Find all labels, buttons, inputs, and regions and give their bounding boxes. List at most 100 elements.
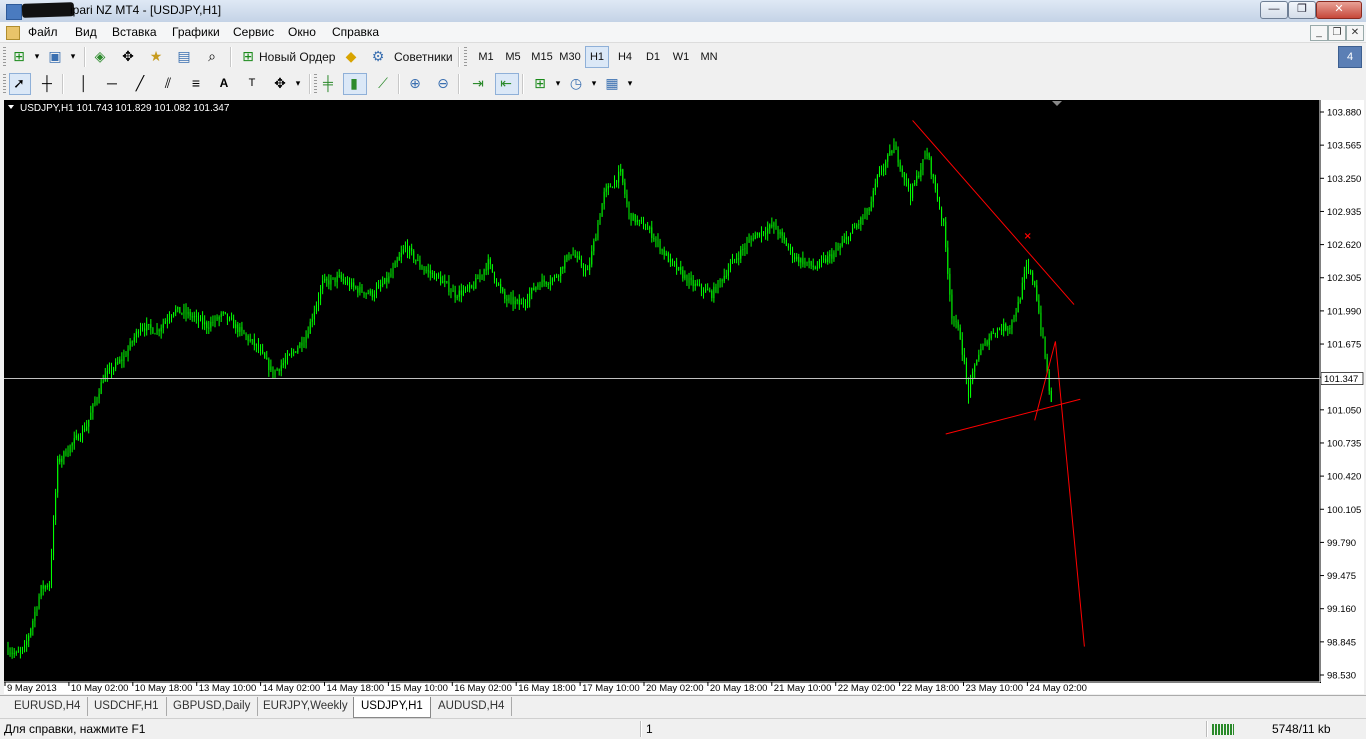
chart-window-icon[interactable] bbox=[6, 26, 20, 40]
candle-body bbox=[603, 191, 605, 204]
candle-body bbox=[392, 267, 394, 275]
candle-body bbox=[912, 184, 914, 198]
terminal-icon[interactable]: ▤ bbox=[176, 49, 192, 64]
cross-marker[interactable]: × bbox=[1023, 231, 1031, 242]
candle-body bbox=[212, 321, 214, 323]
period-m30-button[interactable]: M30 bbox=[556, 46, 584, 68]
menu-help[interactable]: Справка bbox=[332, 25, 379, 39]
period-m5-button[interactable]: M5 bbox=[501, 46, 525, 68]
crosshair-icon[interactable]: ┼ bbox=[39, 76, 55, 91]
arrows-icon[interactable]: ✥ bbox=[272, 76, 288, 91]
maximize-button[interactable]: ❐ bbox=[1288, 1, 1316, 19]
child-minimize-button[interactable]: _ bbox=[1310, 25, 1328, 41]
y-tick-label: 101.050 bbox=[1327, 405, 1361, 416]
dropdown-arrow-icon[interactable]: ▾ bbox=[29, 49, 45, 64]
menu-view[interactable]: Вид bbox=[75, 25, 97, 39]
candle-body bbox=[57, 458, 59, 493]
candle-body bbox=[295, 351, 297, 353]
dropdown-arrow-icon[interactable]: ▾ bbox=[622, 76, 638, 91]
period-m1-button[interactable]: M1 bbox=[474, 46, 498, 68]
tab-eurusd-h4[interactable]: EURUSD,H4 bbox=[7, 697, 89, 716]
zoom-in-icon[interactable]: ⊕ bbox=[407, 76, 423, 91]
new-order-icon[interactable]: ⊞ bbox=[240, 49, 256, 64]
price-chart[interactable]: × 103.880 103.565 103.250 102.935 102.620 102… bbox=[4, 100, 1364, 694]
redacted-name bbox=[21, 2, 75, 18]
candle-body bbox=[609, 186, 611, 188]
menu-window[interactable]: Окно bbox=[288, 25, 316, 39]
expert-advisors-button[interactable]: Советники bbox=[393, 46, 454, 68]
new-chart-icon[interactable]: ⊞ bbox=[11, 49, 27, 64]
connection-bars-icon[interactable] bbox=[1212, 724, 1234, 735]
new-order-button[interactable]: Новый Ордер bbox=[258, 46, 336, 68]
channel-icon[interactable]: ⫽ bbox=[160, 76, 176, 91]
dropdown-arrow-icon[interactable]: ▾ bbox=[586, 76, 602, 91]
child-restore-button[interactable]: ❐ bbox=[1328, 25, 1346, 41]
candle-body bbox=[585, 269, 587, 271]
vertical-line-icon[interactable]: │ bbox=[76, 76, 92, 91]
fibonacci-icon[interactable]: ≡ bbox=[188, 76, 204, 91]
tab-gbpusd-daily[interactable]: GBPUSD,Daily bbox=[166, 697, 259, 716]
minimize-button[interactable]: — bbox=[1260, 1, 1288, 19]
dropdown-arrow-icon[interactable]: ▾ bbox=[290, 76, 306, 91]
templates-icon[interactable]: ▦ bbox=[604, 76, 620, 91]
trendline-icon[interactable]: ╱ bbox=[132, 76, 148, 91]
chart-menu-triangle-icon[interactable] bbox=[8, 105, 14, 109]
warning-icon[interactable]: ◆ bbox=[343, 49, 359, 64]
notifications-icon[interactable]: 4 bbox=[1338, 46, 1362, 68]
trend-line[interactable] bbox=[945, 398, 1081, 435]
line-chart-icon[interactable]: ⟋ bbox=[375, 76, 391, 91]
menu-file[interactable]: Файл bbox=[28, 25, 58, 39]
horizontal-line-icon[interactable]: ─ bbox=[104, 76, 120, 91]
profiles-icon[interactable]: ▣ bbox=[47, 49, 63, 64]
menu-insert[interactable]: Вставка bbox=[112, 25, 157, 39]
text-icon[interactable]: A bbox=[216, 76, 232, 91]
toolbar-grip[interactable] bbox=[314, 74, 317, 94]
trend-line[interactable] bbox=[912, 120, 1075, 305]
toolbar-grip[interactable] bbox=[464, 47, 467, 67]
candle-body bbox=[657, 240, 659, 242]
text-label-icon[interactable]: T bbox=[244, 76, 260, 91]
projection-polyline[interactable] bbox=[1034, 341, 1085, 647]
navigator-icon[interactable]: ★ bbox=[148, 49, 164, 64]
period-m15-button[interactable]: M15 bbox=[528, 46, 556, 68]
tab-usdjpy-h1[interactable]: USDJPY,H1 bbox=[353, 697, 431, 718]
candle-body bbox=[986, 341, 988, 345]
tab-eurjpy-weekly[interactable]: EURJPY,Weekly bbox=[256, 697, 356, 716]
market-watch-icon[interactable]: ◈ bbox=[92, 49, 108, 64]
advisors-icon[interactable]: ⚙ bbox=[370, 49, 386, 64]
candle-body bbox=[665, 253, 667, 256]
candle-body bbox=[624, 182, 626, 195]
bar-chart-icon[interactable]: ╪ bbox=[320, 76, 336, 91]
toolbar-grip[interactable] bbox=[3, 47, 6, 67]
close-button[interactable]: ✕ bbox=[1316, 1, 1362, 19]
tester-icon[interactable]: ⌕ bbox=[204, 49, 220, 64]
candle-body bbox=[340, 275, 342, 280]
candle-body bbox=[713, 286, 715, 299]
menu-charts[interactable]: Графики bbox=[172, 25, 220, 39]
periods-clock-icon[interactable]: ◷ bbox=[568, 76, 584, 91]
period-mn-button[interactable]: MN bbox=[697, 46, 721, 68]
candle-body bbox=[671, 258, 673, 262]
candle-body bbox=[568, 254, 570, 259]
period-d1-button[interactable]: D1 bbox=[641, 46, 665, 68]
candle-body bbox=[547, 283, 549, 285]
candle-body bbox=[289, 354, 291, 356]
indicators-icon[interactable]: ⊞ bbox=[532, 76, 548, 91]
auto-scroll-icon[interactable]: ⇥ bbox=[470, 76, 486, 91]
period-h1-button[interactable]: H1 bbox=[585, 46, 609, 68]
tab-usdchf-h1[interactable]: USDCHF,H1 bbox=[87, 697, 167, 716]
chart-shift-marker[interactable] bbox=[1052, 101, 1062, 106]
x-tick-label: 17 May 10:00 bbox=[582, 683, 640, 694]
dropdown-arrow-icon[interactable]: ▾ bbox=[65, 49, 81, 64]
dropdown-arrow-icon[interactable]: ▾ bbox=[550, 76, 566, 91]
candle-body bbox=[137, 331, 139, 334]
tab-audusd-h4[interactable]: AUDUSD,H4 bbox=[431, 697, 513, 716]
toolbar-grip[interactable] bbox=[3, 74, 6, 94]
period-h4-button[interactable]: H4 bbox=[613, 46, 637, 68]
menu-tools[interactable]: Сервис bbox=[233, 25, 274, 39]
child-close-button[interactable]: ✕ bbox=[1346, 25, 1364, 41]
candle-body bbox=[1030, 270, 1032, 273]
data-window-icon[interactable]: ✥ bbox=[120, 49, 136, 64]
period-w1-button[interactable]: W1 bbox=[669, 46, 693, 68]
zoom-out-icon[interactable]: ⊖ bbox=[435, 76, 451, 91]
